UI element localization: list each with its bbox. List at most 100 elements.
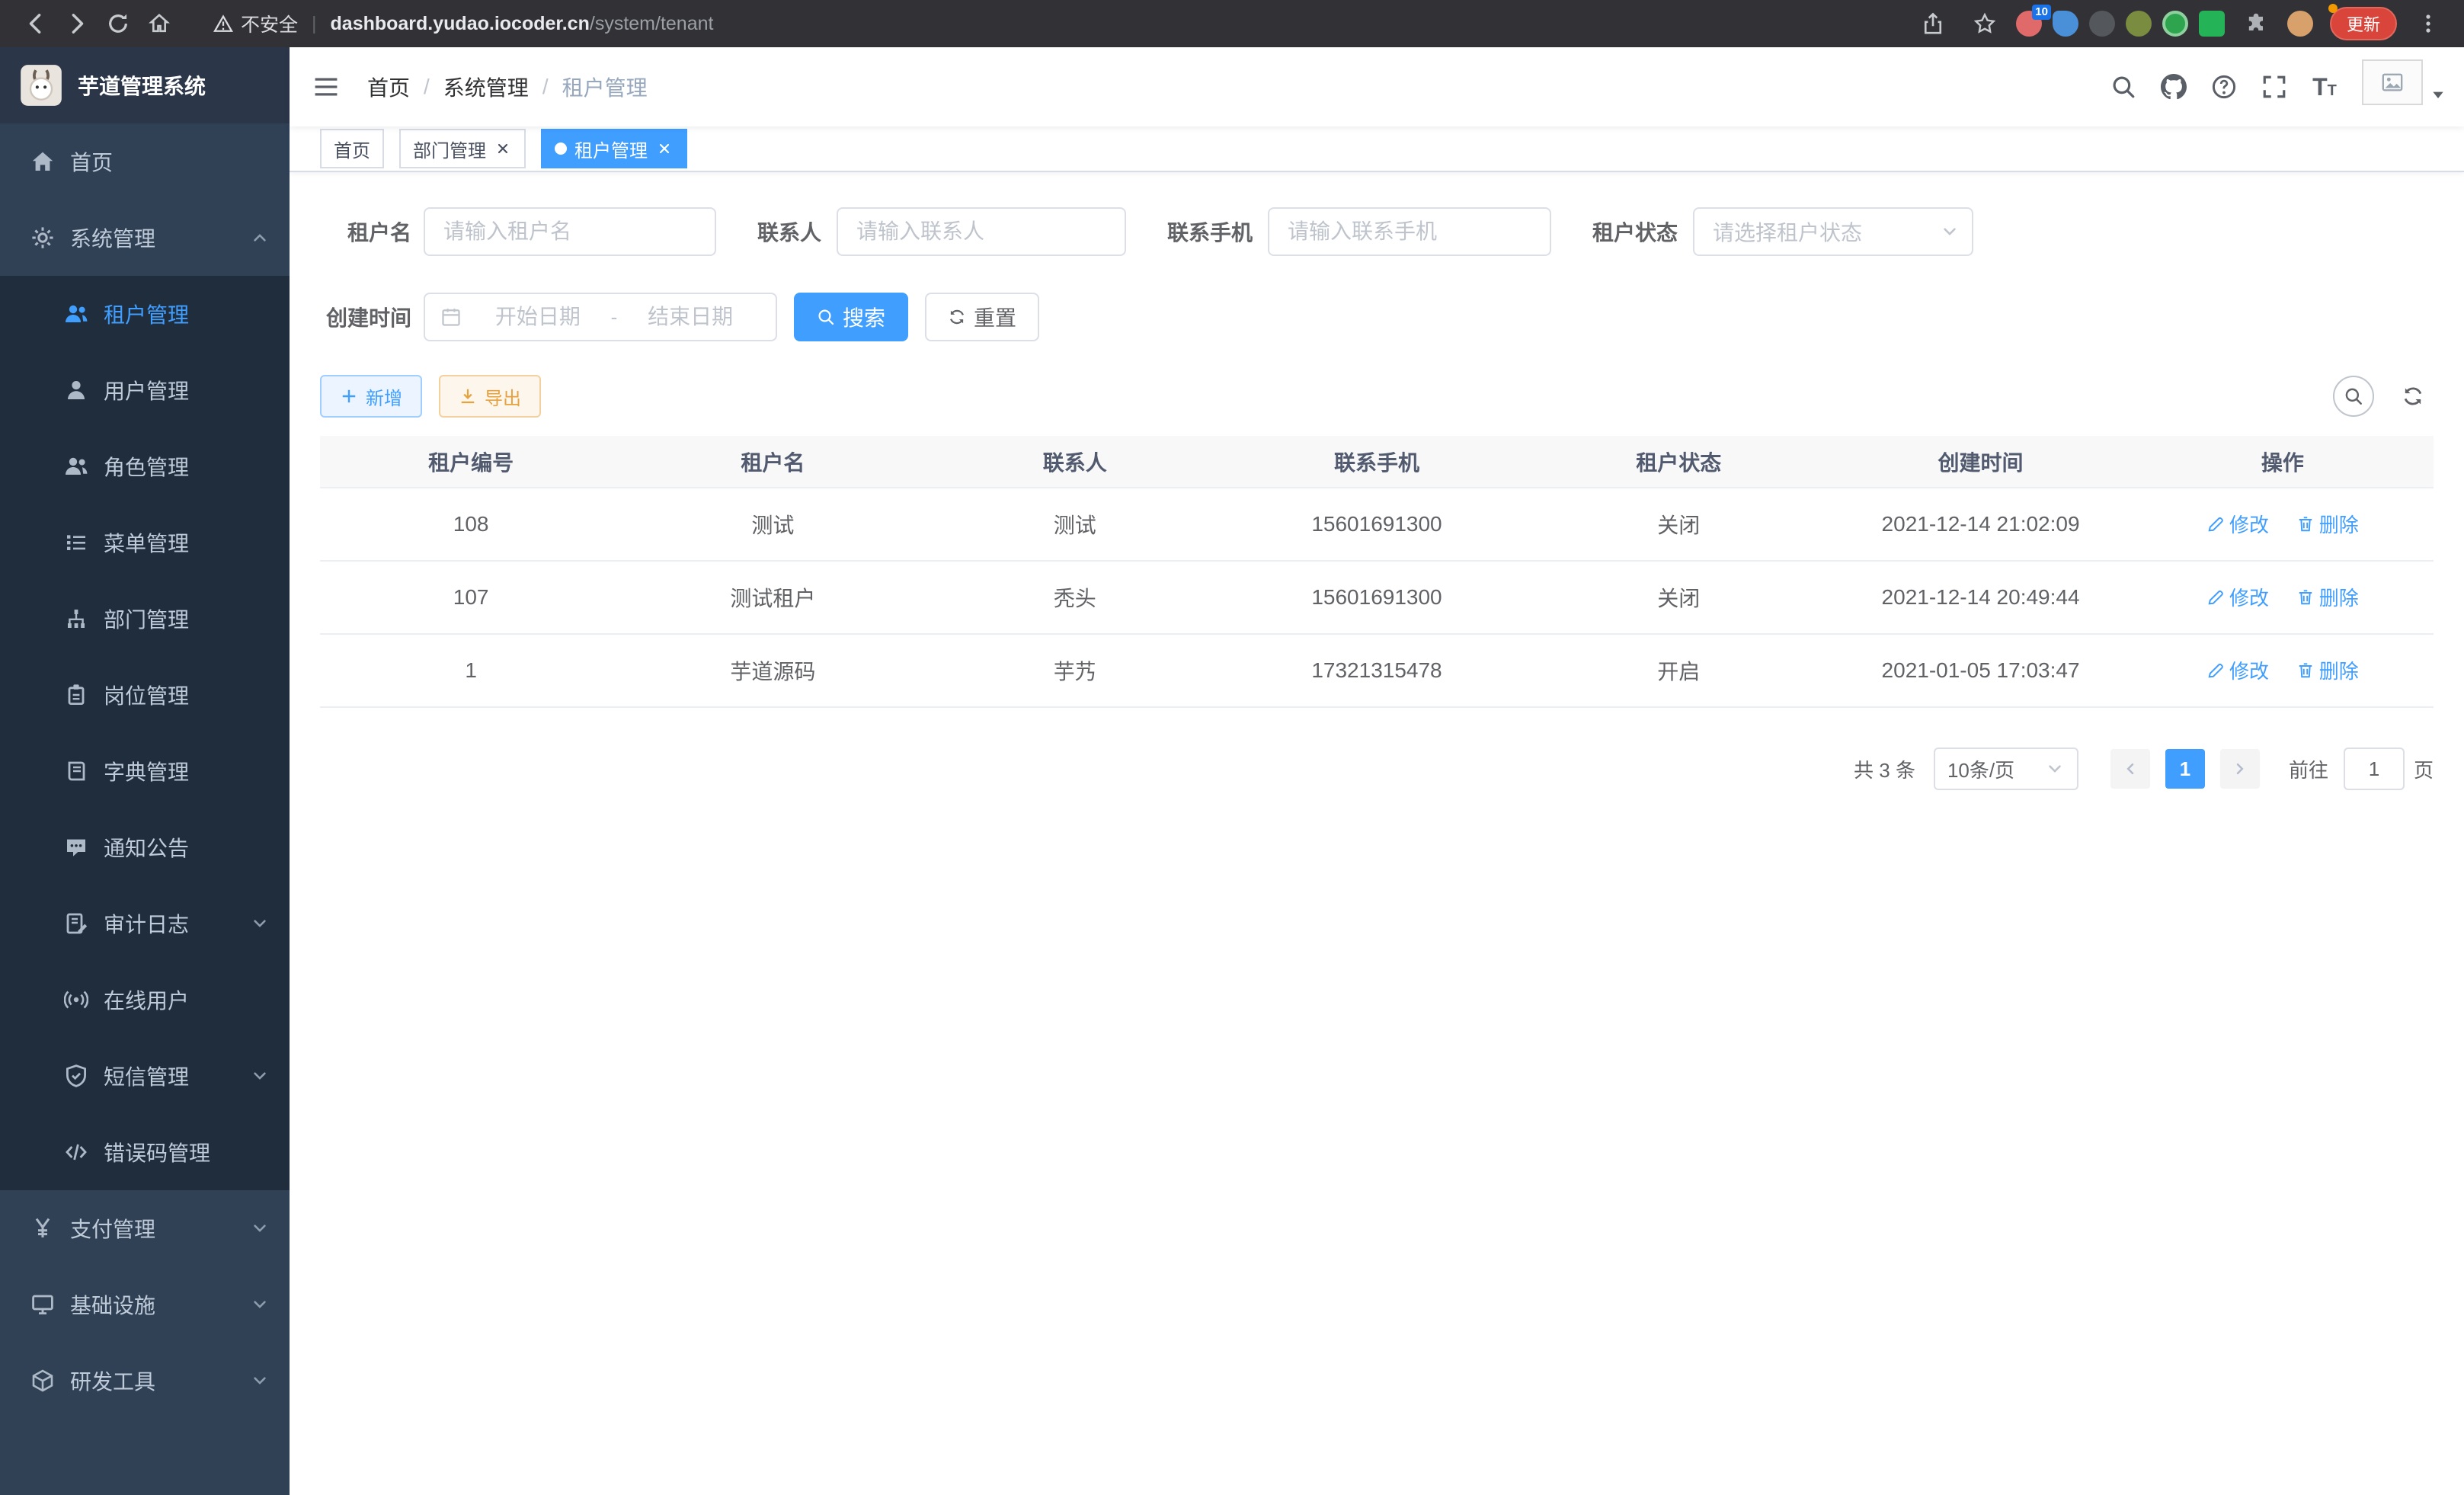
app-logo[interactable]: 芋道管理系统 bbox=[0, 47, 290, 123]
sidebar-item-online-user[interactable]: 在线用户 bbox=[0, 962, 290, 1038]
sidebar-item-tenant[interactable]: 租户管理 bbox=[0, 276, 290, 352]
sidebar-item-role[interactable]: 角色管理 bbox=[0, 428, 290, 504]
github-button[interactable] bbox=[2149, 47, 2199, 126]
sidebar-item-post[interactable]: 岗位管理 bbox=[0, 657, 290, 733]
font-size-button[interactable]: TT bbox=[2299, 47, 2350, 126]
fullscreen-button[interactable] bbox=[2249, 47, 2299, 126]
filter-phone: 联系手机 bbox=[1167, 207, 1551, 256]
refresh-icon bbox=[2402, 385, 2424, 408]
reset-button[interactable]: 重置 bbox=[925, 293, 1039, 341]
extension-icon-3[interactable] bbox=[2089, 11, 2115, 37]
hamburger-button[interactable] bbox=[290, 47, 363, 126]
url-separator: | bbox=[312, 13, 317, 35]
start-date-input[interactable] bbox=[468, 305, 608, 329]
share-button[interactable] bbox=[1912, 3, 1954, 44]
sidebar-item-sms[interactable]: 短信管理 bbox=[0, 1038, 290, 1114]
extension-icon-1[interactable]: 10 bbox=[2016, 11, 2042, 37]
cell-tenant-id: 108 bbox=[320, 488, 622, 561]
filter-status: 租户状态 请选择租户状态 bbox=[1592, 207, 1973, 256]
cell-status: 开启 bbox=[1528, 634, 1829, 707]
page-number-button[interactable]: 1 bbox=[2165, 749, 2205, 789]
extension-icon-4[interactable] bbox=[2126, 11, 2152, 37]
edit-link[interactable]: 修改 bbox=[2206, 583, 2269, 611]
prev-page-button[interactable] bbox=[2110, 749, 2150, 789]
cell-tenant-name: 芋道源码 bbox=[622, 634, 923, 707]
help-button[interactable] bbox=[2199, 47, 2249, 126]
github-icon bbox=[2161, 74, 2187, 100]
tab-home[interactable]: 首页 bbox=[320, 129, 384, 168]
search-button[interactable]: 搜索 bbox=[794, 293, 908, 341]
cell-actions: 修改 删除 bbox=[2132, 634, 2434, 707]
omnibox[interactable]: 不安全 | dashboard.yudao.iocoder.cn/system/… bbox=[213, 10, 1912, 37]
user-avatar-dropdown[interactable] bbox=[2362, 59, 2446, 114]
status-placeholder: 请选择租户状态 bbox=[1713, 216, 1862, 247]
extension-icon-5[interactable] bbox=[2162, 11, 2188, 37]
toggle-search-button[interactable] bbox=[2333, 376, 2374, 417]
header-search-button[interactable] bbox=[2098, 47, 2149, 126]
browser-menu-button[interactable] bbox=[2408, 3, 2449, 44]
sidebar-item-error-code[interactable]: 错误码管理 bbox=[0, 1114, 290, 1190]
cube-icon bbox=[30, 1369, 55, 1393]
tab-close-button[interactable] bbox=[655, 139, 674, 158]
page-size-select[interactable]: 10条/页 bbox=[1934, 748, 2078, 790]
tab-tenant[interactable]: 租户管理 bbox=[541, 129, 687, 168]
tab-dept[interactable]: 部门管理 bbox=[399, 129, 526, 168]
status-select[interactable]: 请选择租户状态 bbox=[1693, 207, 1973, 256]
sidebar-item-notice[interactable]: 通知公告 bbox=[0, 809, 290, 885]
sidebar-item-menu[interactable]: 菜单管理 bbox=[0, 504, 290, 581]
tab-close-button[interactable] bbox=[494, 139, 512, 158]
back-icon bbox=[24, 12, 47, 35]
update-button[interactable]: 更新 bbox=[2330, 7, 2397, 40]
extension-icon-6[interactable] bbox=[2199, 11, 2225, 37]
edit-link[interactable]: 修改 bbox=[2206, 656, 2269, 684]
search-icon bbox=[2110, 74, 2136, 100]
sidebar-item-audit-log[interactable]: 审计日志 bbox=[0, 885, 290, 962]
sidebar-item-payment[interactable]: 支付管理 bbox=[0, 1190, 290, 1266]
extension-icon-2[interactable] bbox=[2053, 11, 2078, 37]
add-button[interactable]: 新增 bbox=[320, 375, 422, 418]
end-date-input[interactable] bbox=[620, 305, 760, 329]
sidebar-item-user[interactable]: 用户管理 bbox=[0, 352, 290, 428]
browser-profile-avatar[interactable] bbox=[2287, 11, 2313, 37]
browser-forward-button[interactable] bbox=[56, 3, 98, 44]
log-icon bbox=[64, 911, 88, 936]
delete-link[interactable]: 删除 bbox=[2296, 510, 2359, 538]
edit-icon bbox=[2206, 588, 2225, 607]
breadcrumb-home[interactable]: 首页 bbox=[367, 72, 410, 102]
sidebar-item-infra[interactable]: 基础设施 bbox=[0, 1266, 290, 1343]
contact-input[interactable] bbox=[837, 207, 1126, 256]
sidebar-item-dev-tools[interactable]: 研发工具 bbox=[0, 1343, 290, 1419]
browser-reload-button[interactable] bbox=[98, 3, 139, 44]
book-icon bbox=[64, 759, 88, 783]
bookmark-button[interactable] bbox=[1964, 3, 2005, 44]
goto-page-input[interactable] bbox=[2344, 748, 2405, 790]
breadcrumb-system[interactable]: 系统管理 bbox=[443, 72, 529, 102]
security-chip[interactable]: 不安全 bbox=[213, 10, 298, 37]
next-page-button[interactable] bbox=[2220, 749, 2260, 789]
delete-link[interactable]: 删除 bbox=[2296, 656, 2359, 684]
page-size-value: 10条/页 bbox=[1947, 755, 2014, 783]
sidebar-item-dict[interactable]: 字典管理 bbox=[0, 733, 290, 809]
monitor-icon bbox=[30, 1292, 55, 1317]
col-created: 创建时间 bbox=[1829, 436, 2131, 488]
tenant-page: 租户名 联系人 联系手机 租户状态 请选择租户状态 bbox=[290, 172, 2464, 1495]
phone-input[interactable] bbox=[1268, 207, 1551, 256]
cell-phone: 15601691300 bbox=[1226, 488, 1528, 561]
delete-link[interactable]: 删除 bbox=[2296, 583, 2359, 611]
browser-back-button[interactable] bbox=[15, 3, 56, 44]
sidebar-item-system[interactable]: 系统管理 bbox=[0, 200, 290, 276]
sidebar-item-dept[interactable]: 部门管理 bbox=[0, 581, 290, 657]
reset-button-label: 重置 bbox=[974, 302, 1016, 332]
sidebar-item-home[interactable]: 首页 bbox=[0, 123, 290, 200]
status-label: 租户状态 bbox=[1592, 216, 1678, 247]
close-icon bbox=[657, 141, 672, 156]
date-range-picker[interactable]: - bbox=[424, 293, 777, 341]
edit-link[interactable]: 修改 bbox=[2206, 510, 2269, 538]
export-button[interactable]: 导出 bbox=[439, 375, 541, 418]
tenant-name-input[interactable] bbox=[424, 207, 716, 256]
extensions-button[interactable] bbox=[2235, 3, 2277, 44]
cell-actions: 修改 删除 bbox=[2132, 488, 2434, 561]
col-phone: 联系手机 bbox=[1226, 436, 1528, 488]
browser-home-button[interactable] bbox=[139, 3, 180, 44]
refresh-table-button[interactable] bbox=[2392, 376, 2434, 417]
